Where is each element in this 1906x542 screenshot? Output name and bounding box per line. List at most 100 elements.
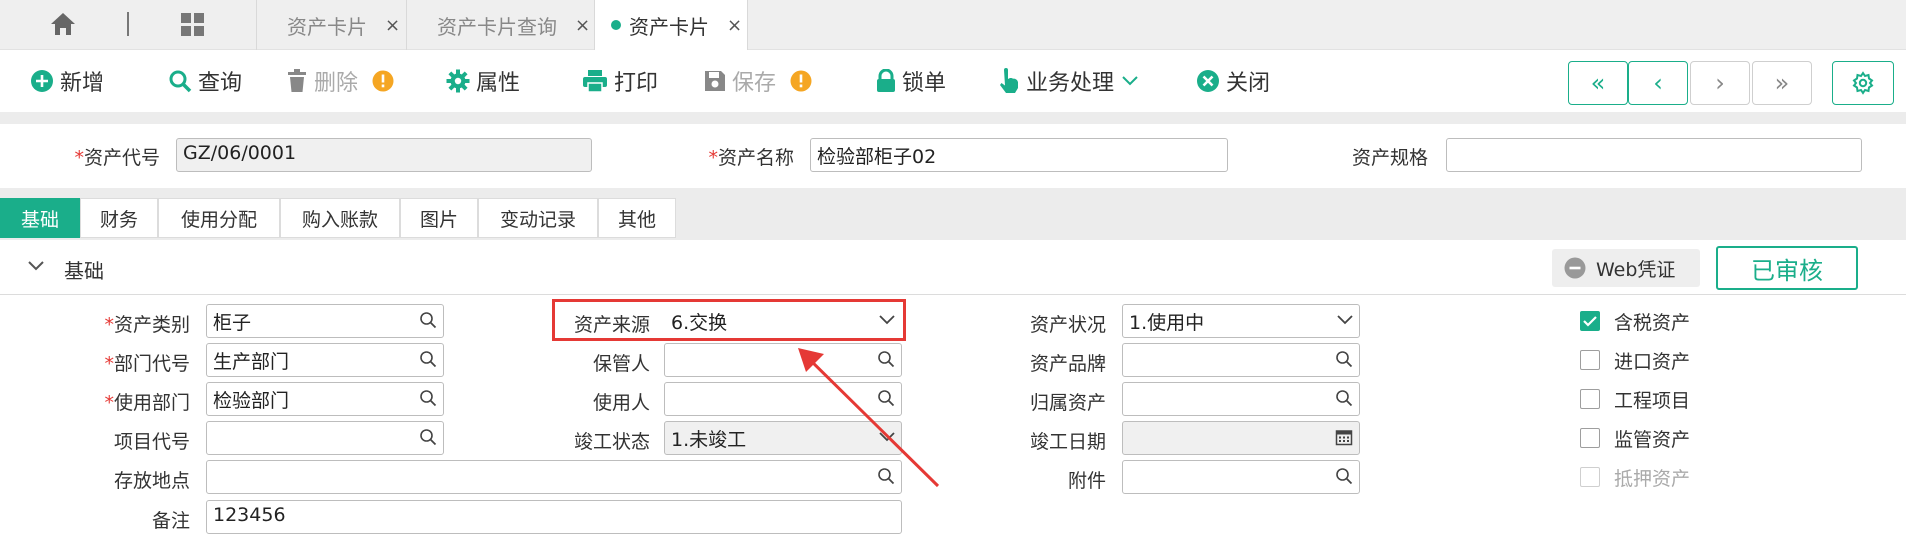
delete-button[interactable]: 删除 [286,50,394,112]
print-button[interactable]: 打印 [582,50,658,112]
gear-icon [446,69,470,93]
print-label: 打印 [614,71,659,96]
settings-button[interactable] [1832,61,1894,105]
asset-name-label: *资产名称 [690,143,794,170]
engineering-project-checkbox[interactable] [1580,389,1600,409]
attachment-field[interactable] [1122,460,1360,494]
attachment-label: 附件 [996,466,1106,493]
warning-icon [790,70,812,92]
business-label: 业务处理 [1026,71,1115,96]
tab-basic[interactable]: 基础 [0,198,80,238]
tab-usage-allocation[interactable]: 使用分配 [158,198,280,238]
tab-asset-card-1[interactable]: 资产卡片 × [256,0,406,50]
active-dot-icon [611,20,621,30]
user-label: 使用人 [540,388,650,415]
label-text: 资产来源 [573,314,650,336]
search-icon[interactable] [419,389,437,407]
tab-asset-card-query[interactable]: 资产卡片查询 × [406,0,594,50]
asset-spec-field[interactable] [1446,138,1862,172]
use-dept-field[interactable]: 检验部门 [206,382,444,416]
close-button[interactable]: 关闭 [1196,50,1270,112]
project-code-field[interactable] [206,421,444,455]
add-button[interactable]: 新增 [30,50,104,112]
project-code-label: 项目代号 [80,427,190,454]
tab-change-log[interactable]: 变动记录 [478,198,598,238]
belong-asset-field[interactable] [1122,382,1360,416]
collapse-chevron-icon[interactable] [28,261,44,271]
next-record-button[interactable]: › [1690,61,1750,105]
imported-asset-checkbox[interactable] [1580,350,1600,370]
lock-icon [876,69,896,93]
gear-icon [1851,71,1875,95]
use-dept-label: *使用部门 [80,388,190,415]
asset-category-field[interactable]: 柜子 [206,304,444,338]
tab-images[interactable]: 图片 [400,198,478,238]
label-text: 部门代号 [113,353,190,375]
business-process-dropdown[interactable]: 业务处理 [998,50,1138,112]
asset-name-field[interactable]: 检验部柜子02 [810,138,1228,172]
label-text: 资产状况 [1029,314,1106,336]
tab-label: 购入账款 [301,208,378,231]
warning-icon [372,70,394,92]
close-circle-icon [1196,69,1220,93]
save-button[interactable]: 保存 [704,50,812,112]
tab-asset-card-active[interactable]: 资产卡片 × [594,0,748,50]
first-record-button[interactable]: « [1568,61,1628,105]
completion-date-field[interactable] [1122,421,1360,455]
search-icon[interactable] [419,350,437,368]
close-icon[interactable]: × [385,15,400,36]
asset-brand-label: 资产品牌 [996,349,1106,376]
remark-field[interactable]: 123456 [206,500,902,534]
search-icon[interactable] [1335,350,1353,368]
label-text: 竣工日期 [1029,431,1106,453]
asset-brand-field[interactable] [1122,343,1360,377]
previous-record-button[interactable]: ‹ [1628,61,1688,105]
dept-code-field[interactable]: 生产部门 [206,343,444,377]
remark-label: 备注 [80,506,190,533]
tab-other[interactable]: 其他 [598,198,676,238]
search-icon[interactable] [1335,389,1353,407]
delete-label: 删除 [314,71,359,96]
belong-asset-label: 归属资产 [996,388,1106,415]
supervised-asset-checkbox[interactable] [1580,428,1600,448]
status-badge: 已审核 [1716,246,1858,290]
field-value: 柜子 [213,312,252,334]
tab-label: 图片 [419,208,458,231]
home-icon[interactable] [50,12,76,36]
label-text: 归属资产 [1029,392,1106,414]
close-icon[interactable]: × [727,15,742,36]
document-tab-bar: 资产卡片 × 资产卡片查询 × 资产卡片 × [0,0,1906,50]
field-value: 检验部门 [213,390,290,412]
last-record-button[interactable]: » [1752,61,1812,105]
asset-source-select[interactable]: 6.交换 [664,304,902,338]
tab-label: 其他 [617,208,656,231]
query-button[interactable]: 查询 [168,50,242,112]
tab-purchase-payment[interactable]: 购入账款 [280,198,400,238]
properties-button[interactable]: 属性 [446,50,520,112]
search-icon[interactable] [419,311,437,329]
asset-code-field[interactable]: GZ/06/0001 [176,138,592,172]
tax-included-checkbox[interactable] [1580,311,1600,331]
custodian-label: 保管人 [540,349,650,376]
web-voucher-label: Web凭证 [1596,258,1676,281]
field-value: 1.未竣工 [671,429,747,451]
field-value: 123456 [213,504,286,526]
required-mark: * [104,353,114,375]
search-icon[interactable] [1335,467,1353,485]
annotation-arrow [790,340,950,490]
printer-icon [582,69,608,93]
tab-finance[interactable]: 财务 [80,198,158,238]
tab-label: 资产卡片查询 [437,14,557,39]
label-text: 存放地点 [113,470,190,492]
close-icon[interactable]: × [575,15,590,36]
asset-status-select[interactable]: 1.使用中 [1122,304,1360,338]
search-icon[interactable] [419,428,437,446]
calendar-icon[interactable] [1335,428,1353,446]
save-label: 保存 [732,71,777,96]
grid-icon[interactable] [180,12,206,38]
search-icon [168,69,192,93]
tab-label: 变动记录 [499,208,576,231]
lock-button[interactable]: 锁单 [876,50,946,112]
web-voucher-button[interactable]: Web凭证 [1552,249,1700,287]
double-chevron-right-icon: » [1774,69,1790,97]
